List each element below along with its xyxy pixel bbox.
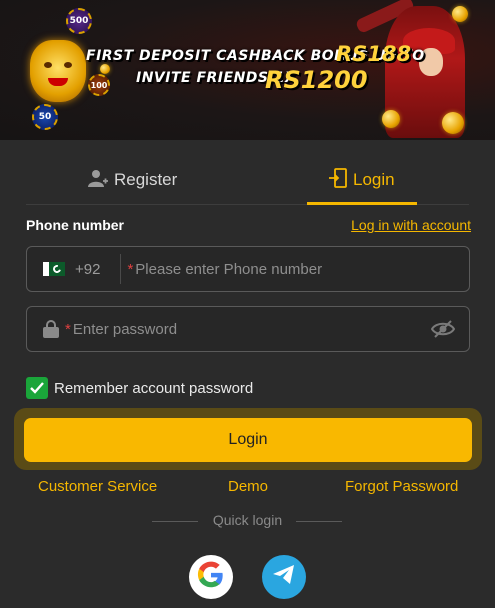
login-page: 500 100 50 FIRST DEPOSIT CASHBACK BONUS … bbox=[0, 0, 495, 608]
password-input-placeholder[interactable]: Enter password bbox=[73, 321, 177, 338]
password-input-field[interactable]: * Enter password bbox=[26, 306, 470, 352]
login-button[interactable]: Login bbox=[24, 418, 472, 462]
coin-icon bbox=[382, 110, 400, 128]
login-door-icon bbox=[329, 167, 347, 193]
required-mark: * bbox=[65, 320, 71, 338]
phone-number-label: Phone number bbox=[26, 217, 125, 233]
auth-tabs: Register Login bbox=[26, 155, 469, 205]
golden-mask-icon bbox=[30, 40, 86, 102]
pakistan-flag-icon[interactable] bbox=[43, 262, 65, 276]
banner-amount-2: RS1200 bbox=[265, 66, 368, 94]
telegram-login-button[interactable] bbox=[262, 555, 306, 599]
phone-input-placeholder[interactable]: Please enter Phone number bbox=[135, 261, 322, 278]
chip-100-icon: 100 bbox=[88, 74, 110, 96]
eye-hidden-icon[interactable] bbox=[430, 319, 456, 339]
phone-input-field[interactable]: +92 * Please enter Phone number bbox=[26, 246, 470, 292]
coin-icon bbox=[442, 112, 464, 134]
promo-banner[interactable]: 500 100 50 FIRST DEPOSIT CASHBACK BONUS … bbox=[0, 0, 495, 140]
lock-icon bbox=[43, 320, 59, 338]
forgot-password-link[interactable]: Forgot Password bbox=[345, 478, 458, 495]
google-login-button[interactable] bbox=[189, 555, 233, 599]
remember-password-checkbox[interactable]: Remember account password bbox=[26, 377, 253, 399]
demo-link[interactable]: Demo bbox=[228, 478, 268, 495]
required-mark: * bbox=[127, 260, 134, 278]
customer-service-link[interactable]: Customer Service bbox=[38, 478, 157, 495]
coin-icon bbox=[452, 6, 468, 22]
login-with-account-link[interactable]: Log in with account bbox=[351, 217, 471, 233]
google-icon bbox=[197, 561, 225, 594]
active-tab-indicator bbox=[307, 202, 417, 205]
chip-50-icon: 50 bbox=[32, 104, 58, 130]
tab-login[interactable]: Login bbox=[329, 155, 395, 205]
country-code[interactable]: +92 bbox=[75, 261, 100, 278]
divider-right bbox=[296, 521, 342, 522]
chip-500-icon: 500 bbox=[66, 8, 92, 34]
quick-login-label: Quick login bbox=[212, 512, 283, 528]
tab-register-label: Register bbox=[114, 170, 178, 189]
telegram-icon bbox=[272, 564, 296, 591]
checkmark-icon[interactable] bbox=[26, 377, 48, 399]
coin-icon bbox=[100, 64, 110, 74]
field-separator bbox=[120, 254, 122, 284]
tab-login-label: Login bbox=[353, 170, 395, 189]
tab-register[interactable]: Register bbox=[88, 155, 177, 205]
remember-password-label: Remember account password bbox=[54, 379, 254, 397]
user-add-icon bbox=[88, 169, 108, 192]
banner-amount-1: RS188 bbox=[336, 42, 412, 66]
